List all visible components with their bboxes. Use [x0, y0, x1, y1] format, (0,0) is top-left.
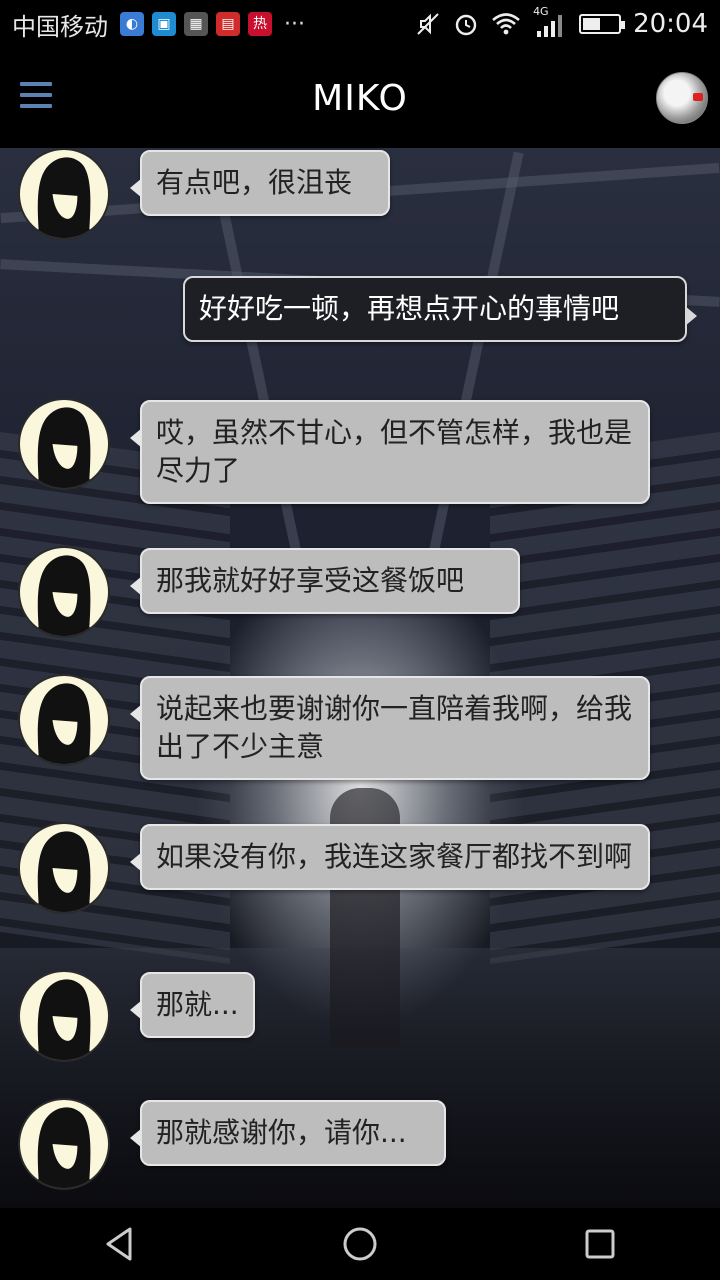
battery-icon [579, 14, 626, 34]
message-bubble-incoming[interactable]: 如果没有你，我连这家餐厅都找不到啊 [130, 824, 650, 890]
menu-icon[interactable] [20, 82, 52, 110]
message-bubble-incoming[interactable]: 那我就好好享受这餐饭吧 [130, 548, 520, 614]
app-icon: ▣ [152, 12, 176, 36]
contact-avatar[interactable] [18, 398, 110, 490]
message-bubble-incoming[interactable]: 那就感谢你，请你... [130, 1100, 446, 1166]
contact-avatar[interactable] [18, 148, 110, 240]
carrier-name: 中国移动 [12, 12, 108, 41]
more-notifications-icon: ··· [284, 11, 305, 37]
page-title: MIKO [312, 77, 408, 119]
clock: 20:04 [633, 9, 708, 39]
signal-icon: 4G [533, 5, 567, 39]
navigation-bar [0, 1208, 720, 1280]
back-button[interactable] [90, 1214, 150, 1274]
photo-icon: ▦ [184, 12, 208, 36]
hot-icon: 热 [248, 12, 272, 36]
contact-avatar[interactable] [18, 1098, 110, 1190]
back-icon [106, 1227, 132, 1261]
message-bubble-incoming[interactable]: 哎，虽然不甘心，但不管怎样，我也是尽力了 [130, 400, 650, 504]
contact-avatar[interactable] [18, 970, 110, 1062]
contact-avatar[interactable] [18, 822, 110, 914]
recents-icon [585, 1229, 615, 1259]
mute-icon [417, 13, 439, 35]
message-list[interactable]: 有点吧，很沮丧 好好吃一顿，再想点开心的事情吧 哎，虽然不甘心，但不管怎样，我也… [0, 148, 720, 1208]
message-bubble-incoming[interactable]: 有点吧，很沮丧 [130, 150, 390, 216]
news-icon: ▤ [216, 12, 240, 36]
app-bar: MIKO [0, 48, 720, 148]
home-button[interactable] [330, 1214, 390, 1274]
contact-avatar[interactable] [18, 674, 110, 766]
message-bubble-incoming[interactable]: 说起来也要谢谢你一直陪着我啊，给我出了不少主意 [130, 676, 650, 780]
contact-avatar[interactable] [18, 546, 110, 638]
message-bubble-incoming[interactable]: 那就... [130, 972, 255, 1038]
alarm-icon [455, 14, 477, 36]
message-bubble-outgoing[interactable]: 好好吃一顿，再想点开心的事情吧 [183, 276, 697, 342]
home-icon [343, 1227, 377, 1261]
recents-button[interactable] [570, 1214, 630, 1274]
status-bar: 中国移动 ◐ ▣ ▦ ▤ 热 ··· 4G 20:04 [0, 0, 720, 48]
browser-icon: ◐ [120, 12, 144, 36]
profile-avatar[interactable] [656, 72, 708, 124]
wifi-icon [492, 13, 520, 35]
